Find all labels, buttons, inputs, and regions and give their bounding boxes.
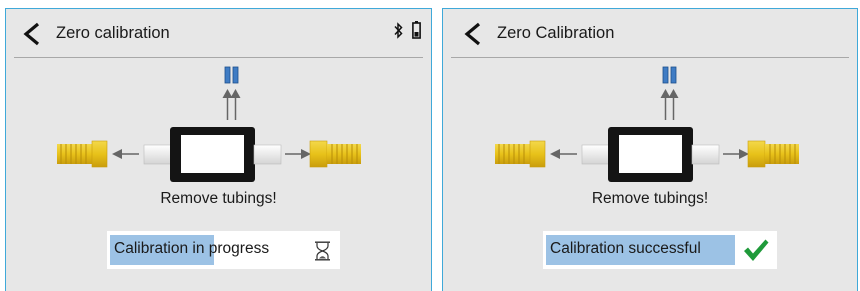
hourglass-icon: [315, 241, 330, 261]
instruction-text: Remove tubings!: [160, 190, 277, 207]
instruction-text: Remove tubings!: [591, 190, 709, 207]
calibration-status-text: Calibration successful: [550, 240, 701, 257]
calibration-screen-success: Zero Calibration Remove tubings! Calibra…: [442, 8, 858, 291]
device-tubing-diagram: [494, 66, 800, 183]
device-tubing-diagram: [56, 66, 362, 183]
calibration-status-box: Calibration successful: [543, 231, 777, 269]
calibration-screen-in-progress: Zero calibration Remove tubings! Calibra…: [5, 8, 432, 291]
calibration-status-text: Calibration in progress: [114, 240, 270, 257]
calibration-status-box: Calibration in progress: [107, 231, 340, 269]
checkmark-icon: [744, 239, 769, 261]
